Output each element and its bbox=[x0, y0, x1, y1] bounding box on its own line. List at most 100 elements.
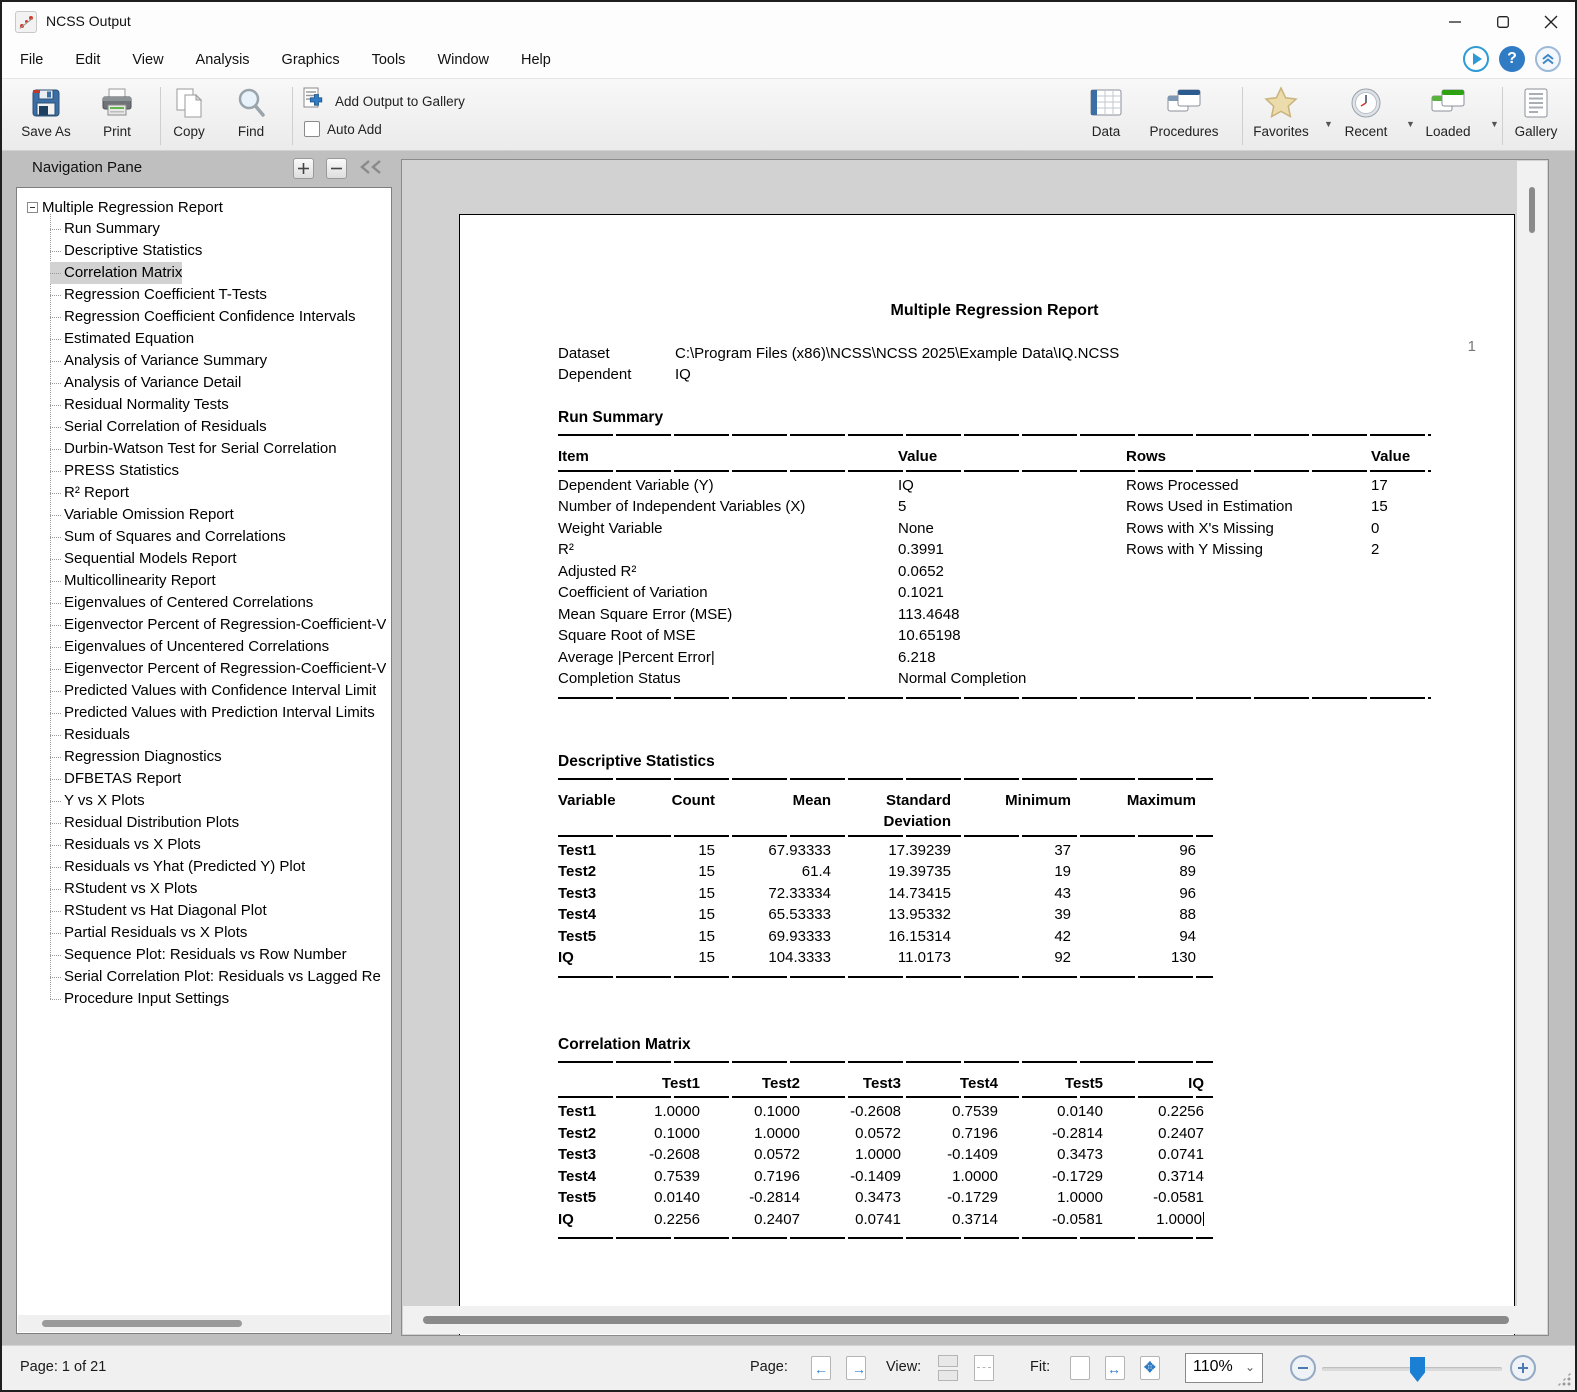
nav-tree-item[interactable]: Serial Correlation Plot: Residuals vs La… bbox=[50, 966, 381, 988]
fit-width-button[interactable]: ↔ bbox=[1099, 1352, 1131, 1384]
rule bbox=[558, 470, 1431, 472]
maximize-button[interactable] bbox=[1479, 2, 1527, 42]
nav-tree-item[interactable]: Sequence Plot: Residuals vs Row Number bbox=[50, 944, 347, 966]
nav-tree-item[interactable]: Predicted Values with Prediction Interva… bbox=[50, 702, 375, 724]
previous-page-button[interactable]: ← bbox=[805, 1352, 837, 1384]
auto-add-toggle[interactable]: Auto Add bbox=[302, 115, 465, 143]
nav-tree-item[interactable]: DFBETAS Report bbox=[50, 768, 181, 790]
loaded-button[interactable]: Loaded bbox=[1412, 85, 1484, 147]
nav-tree-item[interactable]: Eigenvalues of Centered Correlations bbox=[50, 592, 313, 614]
minimize-button[interactable] bbox=[1431, 2, 1479, 42]
correlation-header-row: Test1Test2Test3Test4Test5IQ bbox=[558, 1073, 1514, 1095]
help-button[interactable]: ? bbox=[1499, 46, 1525, 72]
fit-page-button[interactable] bbox=[1064, 1352, 1096, 1384]
rule bbox=[558, 434, 1431, 436]
nav-tree-item[interactable]: Estimated Equation bbox=[50, 328, 194, 350]
collapse-pane-button[interactable] bbox=[359, 160, 383, 178]
next-page-button[interactable]: → bbox=[840, 1352, 872, 1384]
nav-tree-item[interactable]: Y vs X Plots bbox=[50, 790, 145, 812]
copy-button[interactable]: Copy bbox=[154, 85, 224, 147]
document-viewport: 1 Multiple Regression Report Dataset C:\… bbox=[401, 159, 1549, 1336]
menu-item[interactable]: Window bbox=[421, 42, 505, 79]
nav-tree-item[interactable]: Regression Coefficient T-Tests bbox=[50, 284, 267, 306]
nav-tree-item[interactable]: Predicted Values with Confidence Interva… bbox=[50, 680, 376, 702]
nav-tree-item[interactable]: RStudent vs X Plots bbox=[50, 878, 197, 900]
nav-tree-item[interactable]: Analysis of Variance Summary bbox=[50, 350, 267, 372]
nav-tree-item[interactable]: Run Summary bbox=[50, 218, 160, 240]
nav-tree-item[interactable]: PRESS Statistics bbox=[50, 460, 179, 482]
document-vertical-scrollbar[interactable] bbox=[1517, 161, 1547, 1334]
nav-tree-item[interactable]: Eigenvector Percent of Regression-Coeffi… bbox=[50, 614, 386, 636]
nav-tree-item[interactable]: Eigenvector Percent of Regression-Coeffi… bbox=[50, 658, 386, 680]
document-horizontal-scrollbar[interactable] bbox=[403, 1306, 1517, 1334]
nav-tree-item[interactable]: Partial Residuals vs X Plots bbox=[50, 922, 247, 944]
close-button[interactable] bbox=[1527, 2, 1575, 42]
loaded-dropdown-arrow[interactable]: ▼ bbox=[1490, 119, 1499, 129]
doc-hscroll-thumb[interactable] bbox=[423, 1316, 1509, 1324]
save-as-button[interactable]: Save As bbox=[10, 85, 82, 147]
nav-tree-item[interactable]: Regression Diagnostics bbox=[50, 746, 222, 768]
menu-item[interactable]: Analysis bbox=[180, 42, 266, 79]
data-button[interactable]: Data bbox=[1070, 85, 1142, 147]
table-cell: Test5 bbox=[558, 1187, 618, 1209]
double-chevron-up-icon bbox=[1542, 53, 1554, 65]
nav-tree-item[interactable]: Correlation Matrix bbox=[50, 262, 182, 284]
nav-tree-item[interactable]: Variable Omission Report bbox=[50, 504, 234, 526]
view-page-break-button[interactable] bbox=[968, 1352, 1000, 1384]
menu-item[interactable]: Edit bbox=[59, 42, 116, 79]
menu-item[interactable]: View bbox=[116, 42, 179, 79]
favorites-button[interactable]: Favorites bbox=[1245, 85, 1317, 147]
print-button[interactable]: Print bbox=[81, 85, 153, 147]
gallery-button[interactable]: Gallery bbox=[1500, 85, 1572, 147]
nav-tree-item[interactable]: Multicollinearity Report bbox=[50, 570, 216, 592]
nav-tree-item[interactable]: Residuals vs X Plots bbox=[50, 834, 201, 856]
view-continuous-button[interactable] bbox=[932, 1352, 964, 1384]
nav-tree-item[interactable]: Analysis of Variance Detail bbox=[50, 372, 241, 394]
menu-item[interactable]: File bbox=[20, 42, 59, 79]
procedures-button[interactable]: Procedures bbox=[1148, 85, 1220, 147]
nav-tree-root[interactable]: Multiple Regression Report bbox=[17, 196, 391, 218]
nav-tree-item[interactable]: RStudent vs Hat Diagonal Plot bbox=[50, 900, 267, 922]
menu-item[interactable]: Graphics bbox=[266, 42, 356, 79]
auto-add-checkbox[interactable] bbox=[304, 121, 320, 137]
question-icon: ? bbox=[1507, 50, 1517, 68]
menu-item[interactable]: Help bbox=[505, 42, 567, 79]
zoom-level-select[interactable]: 110% ⌄ bbox=[1185, 1353, 1263, 1383]
nav-tree-item[interactable]: Eigenvalues of Uncentered Correlations bbox=[50, 636, 329, 658]
nav-tree-item[interactable]: Procedure Input Settings bbox=[50, 988, 229, 1010]
menu-item[interactable]: Tools bbox=[356, 42, 422, 79]
nav-tree-item[interactable]: Residuals bbox=[50, 724, 130, 746]
nav-tree-item[interactable]: Residual Distribution Plots bbox=[50, 812, 239, 834]
collapse-ribbon-button[interactable] bbox=[1535, 46, 1561, 72]
expand-all-button[interactable] bbox=[293, 158, 314, 179]
nav-tree-item[interactable]: Descriptive Statistics bbox=[50, 240, 202, 262]
find-button[interactable]: Find bbox=[216, 85, 286, 147]
nav-tree-item[interactable]: Regression Coefficient Confidence Interv… bbox=[50, 306, 356, 328]
collapse-all-button[interactable] bbox=[326, 158, 347, 179]
fit-label: Fit: bbox=[1030, 1359, 1050, 1375]
resize-grip[interactable] bbox=[1557, 1372, 1571, 1386]
table-cell bbox=[1371, 668, 1431, 690]
add-output-to-gallery-button[interactable]: Add Output to Gallery bbox=[302, 87, 465, 115]
nav-tree-item[interactable]: Residuals vs Yhat (Predicted Y) Plot bbox=[50, 856, 305, 878]
nav-tree-item[interactable]: Sequential Models Report bbox=[50, 548, 237, 570]
nav-tree-item[interactable]: R² Report bbox=[50, 482, 129, 504]
table-cell: 17.39239 bbox=[831, 840, 951, 862]
recent-button[interactable]: Recent bbox=[1330, 85, 1402, 147]
nav-tree-item[interactable]: Residual Normality Tests bbox=[50, 394, 229, 416]
doc-vscroll-thumb[interactable] bbox=[1529, 187, 1535, 233]
nav-tree-item[interactable]: Sum of Squares and Correlations bbox=[50, 526, 286, 548]
nav-tree-item[interactable]: Durbin-Watson Test for Serial Correlatio… bbox=[50, 438, 337, 460]
zoom-slider-thumb[interactable] bbox=[1410, 1357, 1425, 1382]
zoom-out-button[interactable] bbox=[1290, 1355, 1316, 1381]
nav-hscroll-thumb[interactable] bbox=[42, 1320, 242, 1327]
nav-horizontal-scrollbar[interactable] bbox=[18, 1315, 390, 1332]
nav-tree-item[interactable]: Serial Correlation of Residuals bbox=[50, 416, 267, 438]
zoom-slider[interactable] bbox=[1322, 1367, 1502, 1371]
table-cell: 0.2256 bbox=[1103, 1101, 1204, 1123]
zoom-in-button[interactable] bbox=[1510, 1355, 1536, 1381]
auto-add-label: Auto Add bbox=[327, 122, 382, 137]
run-procedure-button[interactable] bbox=[1463, 46, 1489, 72]
collapse-node-icon[interactable] bbox=[27, 202, 38, 213]
fit-window-button[interactable]: ✥ bbox=[1134, 1352, 1166, 1384]
